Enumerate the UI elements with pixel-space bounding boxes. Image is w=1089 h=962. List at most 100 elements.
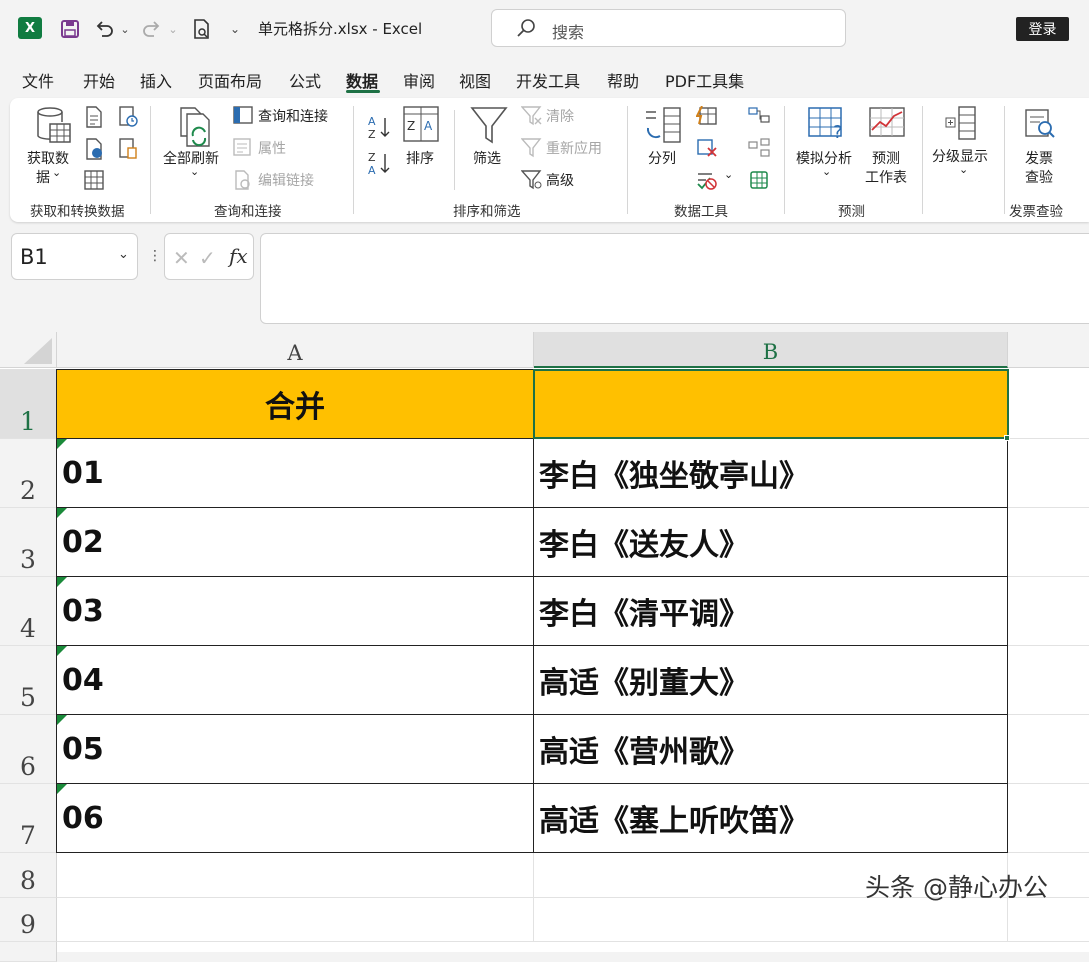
queries-connections-label[interactable]: 查询和连接 bbox=[258, 106, 328, 126]
consolidate-icon[interactable] bbox=[748, 106, 770, 130]
cell-c4[interactable] bbox=[1008, 577, 1089, 646]
sort-label[interactable]: 排序 bbox=[406, 148, 434, 168]
cell-a8[interactable] bbox=[57, 853, 534, 898]
data-validation-dropdown-icon[interactable]: ⌄ bbox=[724, 168, 733, 181]
fill-handle[interactable] bbox=[1004, 435, 1010, 441]
cell-c1[interactable] bbox=[1008, 369, 1089, 439]
refresh-all-icon[interactable] bbox=[177, 106, 217, 154]
recent-sources-icon[interactable] bbox=[118, 106, 138, 132]
cell-c2[interactable] bbox=[1008, 439, 1089, 508]
cell-b2[interactable]: 李白《独坐敬亭山》 bbox=[533, 438, 1008, 508]
relationships-icon[interactable] bbox=[748, 138, 770, 162]
tab-formulas[interactable]: 公式 bbox=[289, 68, 321, 92]
row-header-3[interactable]: 3 bbox=[0, 508, 57, 577]
forecast-sheet-label-2[interactable]: 工作表 bbox=[865, 167, 907, 187]
cell-b6[interactable]: 高适《营州歌》 bbox=[533, 714, 1008, 784]
row-header-6[interactable]: 6 bbox=[0, 715, 57, 784]
row-header-9[interactable]: 9 bbox=[0, 898, 57, 942]
row-header-2[interactable]: 2 bbox=[0, 439, 57, 508]
cell-a9[interactable] bbox=[57, 898, 534, 942]
what-if-dropdown-icon[interactable]: ⌄ bbox=[822, 165, 831, 178]
redo-dropdown-icon[interactable]: ⌄ bbox=[166, 16, 180, 42]
filter-icon[interactable] bbox=[470, 106, 508, 150]
cancel-entry-icon[interactable]: ✕ bbox=[173, 246, 190, 270]
get-data-icon[interactable] bbox=[34, 106, 74, 154]
tab-help[interactable]: 帮助 bbox=[607, 68, 639, 92]
sort-ascending-icon[interactable]: AZ bbox=[367, 114, 393, 144]
cell-b3[interactable]: 李白《送友人》 bbox=[533, 507, 1008, 577]
cell-a5[interactable]: 04 bbox=[56, 645, 534, 715]
tab-review[interactable]: 审阅 bbox=[403, 68, 435, 92]
advanced-filter-icon[interactable] bbox=[520, 170, 543, 194]
row-header-4[interactable]: 4 bbox=[0, 577, 57, 646]
invoice-check-icon[interactable] bbox=[1024, 108, 1056, 144]
from-text-icon[interactable] bbox=[84, 106, 104, 132]
cell-b9[interactable] bbox=[534, 898, 1008, 942]
sort-icon[interactable]: ZA bbox=[403, 106, 439, 146]
refresh-dropdown-icon[interactable]: ⌄ bbox=[190, 165, 199, 178]
tab-insert[interactable]: 插入 bbox=[140, 68, 172, 92]
cell-a2[interactable]: 01 bbox=[56, 438, 534, 508]
forecast-sheet-label[interactable]: 预测 bbox=[872, 148, 900, 168]
print-preview-icon[interactable] bbox=[190, 16, 214, 42]
cell-a7[interactable]: 06 bbox=[56, 783, 534, 853]
tab-pdf-tools[interactable]: PDF工具集 bbox=[665, 68, 744, 92]
save-icon[interactable] bbox=[58, 16, 82, 42]
cell-c3[interactable] bbox=[1008, 508, 1089, 577]
existing-connections-icon[interactable] bbox=[118, 138, 138, 164]
cell-b4[interactable]: 李白《清平调》 bbox=[533, 576, 1008, 646]
tab-data[interactable]: 数据 bbox=[346, 68, 378, 92]
row-header-7[interactable]: 7 bbox=[0, 784, 57, 853]
redo-icon[interactable] bbox=[140, 16, 164, 42]
queries-connections-icon[interactable] bbox=[233, 106, 253, 128]
forecast-sheet-icon[interactable] bbox=[868, 106, 908, 146]
column-header-b[interactable]: B bbox=[534, 332, 1008, 368]
row-header-1[interactable]: 1 bbox=[0, 369, 57, 439]
tab-developer[interactable]: 开发工具 bbox=[516, 68, 580, 92]
invoice-check-label-2[interactable]: 查验 bbox=[1025, 167, 1053, 187]
data-model-icon[interactable] bbox=[748, 170, 770, 194]
cell-c6[interactable] bbox=[1008, 715, 1089, 784]
get-data-dropdown-icon[interactable]: ⌄ bbox=[52, 166, 61, 179]
filter-label[interactable]: 筛选 bbox=[473, 148, 501, 168]
invoice-check-label[interactable]: 发票 bbox=[1025, 148, 1053, 168]
select-all-corner[interactable] bbox=[0, 332, 57, 368]
cell-c7[interactable] bbox=[1008, 784, 1089, 853]
advanced-label[interactable]: 高级 bbox=[546, 170, 574, 190]
what-if-analysis-icon[interactable]: ? bbox=[807, 106, 847, 146]
cell-b5[interactable]: 高适《别董大》 bbox=[533, 645, 1008, 715]
cell-a6[interactable]: 05 bbox=[56, 714, 534, 784]
customize-toolbar-icon[interactable]: ⌄ bbox=[228, 16, 242, 42]
undo-dropdown-icon[interactable]: ⌄ bbox=[118, 16, 132, 42]
text-to-columns-label[interactable]: 分列 bbox=[648, 148, 676, 168]
text-to-columns-icon[interactable] bbox=[642, 106, 682, 150]
tab-file[interactable]: 文件 bbox=[22, 68, 54, 92]
insert-function-button[interactable]: fx bbox=[229, 244, 248, 268]
sort-descending-icon[interactable]: ZA bbox=[367, 150, 393, 180]
column-header-c[interactable] bbox=[1008, 332, 1089, 368]
tab-home[interactable]: 开始 bbox=[83, 68, 115, 92]
cell-b7[interactable]: 高适《塞上听吹笛》 bbox=[533, 783, 1008, 853]
row-header-5[interactable]: 5 bbox=[0, 646, 57, 715]
name-box[interactable]: B1 ⌄ bbox=[11, 233, 138, 280]
search-box[interactable]: 搜索 bbox=[491, 9, 846, 47]
outline-dropdown-icon[interactable]: ⌄ bbox=[959, 163, 968, 176]
name-box-dropdown-icon[interactable]: ⌄ bbox=[118, 247, 129, 262]
tab-page-layout[interactable]: 页面布局 bbox=[198, 68, 262, 92]
row-header-10[interactable] bbox=[0, 942, 57, 962]
cell-a1[interactable]: 合并 bbox=[56, 369, 534, 439]
cell-a4[interactable]: 03 bbox=[56, 576, 534, 646]
column-header-a[interactable]: A bbox=[57, 332, 534, 368]
get-data-label-2[interactable]: 据 bbox=[36, 167, 50, 187]
login-button[interactable]: 登录 bbox=[1016, 17, 1069, 41]
confirm-entry-icon[interactable]: ✓ bbox=[199, 246, 216, 270]
outline-icon[interactable] bbox=[945, 106, 977, 146]
cell-c9[interactable] bbox=[1008, 898, 1089, 942]
undo-icon[interactable] bbox=[92, 16, 116, 42]
remove-duplicates-icon[interactable] bbox=[696, 138, 718, 162]
formula-input[interactable] bbox=[260, 233, 1089, 324]
formula-bar-resize-handle[interactable]: ⋮ bbox=[148, 248, 162, 264]
from-table-icon[interactable] bbox=[84, 170, 104, 194]
get-data-label[interactable]: 获取数 bbox=[27, 148, 69, 168]
flash-fill-icon[interactable] bbox=[695, 105, 718, 130]
